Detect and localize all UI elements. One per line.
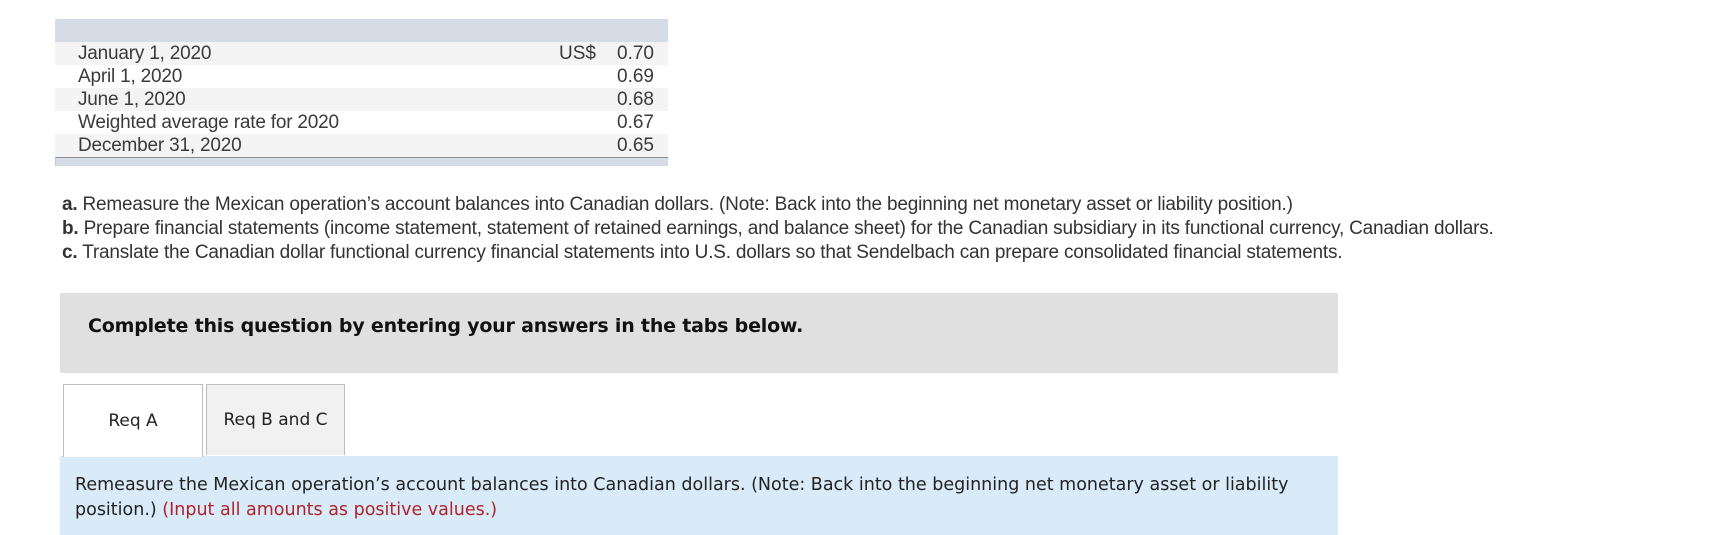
rate-value: 0.69 (617, 66, 654, 87)
tab-label: Req A (108, 411, 158, 431)
requirement-b: b. Prepare financial statements (income … (62, 217, 1494, 241)
requirement-text: Translate the Canadian dollar functional… (77, 242, 1343, 263)
rate-value: 0.67 (617, 112, 654, 133)
rate-value: 0.70 (617, 43, 654, 64)
table-footer-band (55, 157, 668, 166)
table-row: Weighted average rate for 2020 0.67 (55, 111, 668, 134)
panel-instruction: Remeasure the Mexican operation’s accoun… (75, 473, 1315, 523)
instruction-banner: Complete this question by entering your … (60, 293, 1338, 373)
requirement-a: a. Remeasure the Mexican operation’s acc… (62, 193, 1494, 217)
rate-date-label: January 1, 2020 (78, 43, 212, 64)
requirement-text: Remeasure the Mexican operation’s accoun… (77, 194, 1293, 215)
requirement-letter: a. (62, 194, 78, 215)
positive-values-note: (Input all amounts as positive values.) (162, 500, 498, 520)
requirement-letter: b. (62, 218, 79, 239)
requirement-text: Prepare financial statements (income sta… (78, 218, 1494, 239)
table-row: January 1, 2020 US$ 0.70 (55, 42, 668, 65)
requirements-list: a. Remeasure the Mexican operation’s acc… (62, 193, 1494, 265)
tab-label: Req B and C (223, 410, 328, 430)
requirement-letter: c. (62, 242, 78, 263)
tab-req-a[interactable]: Req A (63, 384, 203, 457)
table-body: January 1, 2020 US$ 0.70 April 1, 2020 0… (55, 42, 668, 157)
currency-label: US$ (559, 43, 596, 64)
tab-req-b-and-c[interactable]: Req B and C (206, 384, 345, 455)
rate-date-label: December 31, 2020 (78, 135, 242, 156)
rate-date-label: June 1, 2020 (78, 89, 186, 110)
table-row: April 1, 2020 0.69 (55, 65, 668, 88)
requirement-tabs: Req A Req B and C (60, 384, 1338, 457)
exchange-rate-table: January 1, 2020 US$ 0.70 April 1, 2020 0… (55, 19, 668, 166)
rate-value: 0.68 (617, 89, 654, 110)
banner-text: Complete this question by entering your … (88, 315, 804, 337)
rate-date-label: Weighted average rate for 2020 (78, 112, 339, 133)
tab-content-panel: Remeasure the Mexican operation’s accoun… (60, 456, 1338, 535)
rate-value: 0.65 (617, 135, 654, 156)
rate-date-label: April 1, 2020 (78, 66, 183, 87)
table-row: December 31, 2020 0.65 (55, 134, 668, 157)
requirement-c: c. Translate the Canadian dollar functio… (62, 241, 1494, 265)
table-row: June 1, 2020 0.68 (55, 88, 668, 111)
table-header-band (55, 19, 668, 42)
